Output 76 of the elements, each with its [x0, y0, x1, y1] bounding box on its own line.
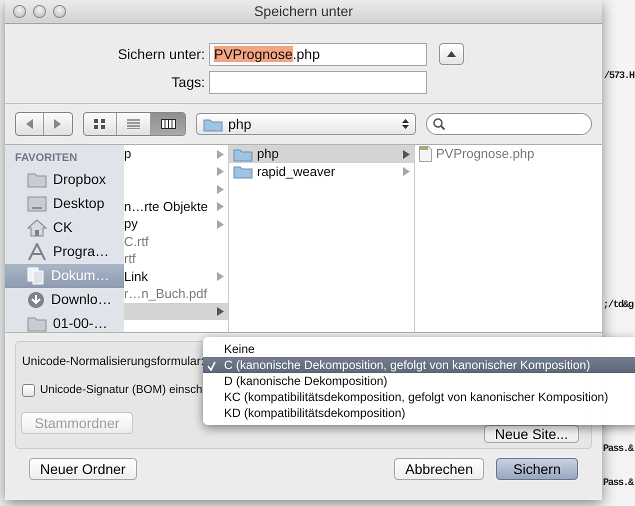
file-name: p: [124, 145, 132, 164]
zoom-button[interactable]: [53, 5, 66, 18]
file-name: PVPrognose.php: [436, 145, 536, 164]
file-name: Link: [124, 268, 149, 286]
file-name: C.rtf: [124, 232, 150, 251]
menu-item[interactable]: KC (kompatibilitätsdekomposition, gefolgt von kanonischer Komposition): [203, 389, 635, 405]
home-icon: [27, 218, 47, 237]
new-site-button[interactable]: Neue Site...: [484, 424, 579, 443]
file-row[interactable]: py: [124, 215, 228, 233]
file-row[interactable]: Link: [124, 268, 228, 286]
code-text: Pass.&: [603, 477, 634, 490]
sidebar-heading: FAVORITEN: [14, 151, 78, 166]
view-mode-button[interactable]: [151, 113, 186, 136]
dialog-button[interactable]: Abbrechen: [394, 458, 484, 480]
file-row[interactable]: [124, 302, 228, 320]
menu-item[interactable]: D (kanonische Dekomposition): [203, 373, 635, 389]
file-row[interactable]: r…n_Buch.pdf: [124, 285, 228, 303]
filename-field[interactable]: PVPrognose.php: [209, 42, 427, 66]
sidebar-item[interactable]: Progra…: [5, 240, 124, 264]
menu-item[interactable]: Keine: [203, 341, 635, 357]
download-icon: [27, 290, 45, 309]
file-row[interactable]: rtf: [124, 250, 228, 268]
disclosure-arrow-icon: [217, 272, 224, 282]
folder-icon: [233, 146, 253, 162]
sidebar-item[interactable]: CK: [5, 216, 124, 240]
folder-icon: [27, 172, 47, 188]
search-field[interactable]: [426, 113, 592, 136]
file-row[interactable]: n…rte Objekte: [124, 198, 228, 216]
field-label: Unicode-Normalisierungsformular:: [22, 353, 204, 370]
file-name: rapid_weaver: [257, 162, 336, 181]
file-name: php: [257, 145, 280, 164]
desktop-icon: [27, 196, 47, 212]
folder-icon: [203, 116, 224, 132]
minimize-button[interactable]: [33, 5, 46, 18]
file-name: rtf: [124, 250, 137, 268]
close-button[interactable]: [13, 5, 26, 18]
code-text: ;/td&g: [603, 299, 634, 312]
sidebar-item[interactable]: 01-00-…: [5, 312, 124, 332]
field-label: Tags:: [170, 72, 205, 92]
file-row[interactable]: php: [229, 145, 414, 163]
menu-item[interactable]: C (kanonische Dekomposition, gefolgt von kanonischer Komposition): [203, 357, 635, 373]
sidebar-item[interactable]: Dropbox: [5, 168, 124, 192]
sidebar-item[interactable]: Desktop: [5, 192, 124, 216]
column-view-icon: [160, 119, 176, 130]
window-title: Speichern unter: [254, 2, 353, 22]
icon-view-icon: [94, 119, 106, 130]
sidebar-item[interactable]: Downlo…: [5, 288, 124, 312]
code-text: /573.H: [604, 70, 634, 83]
checkbox[interactable]: [22, 384, 35, 398]
folder-icon: [27, 316, 47, 332]
field-label: Sichern unter:: [116, 44, 205, 64]
file-name: py: [124, 215, 139, 234]
checkmark-icon: [207, 360, 216, 371]
dialog-button[interactable]: Sichern: [496, 458, 578, 480]
documents-icon: [27, 266, 45, 285]
file-row[interactable]: C.rtf: [124, 232, 228, 250]
file-name: r…n_Buch.pdf: [124, 285, 208, 304]
dialog-button[interactable]: Neuer Ordner: [29, 458, 137, 480]
collapse-button[interactable]: [439, 42, 464, 65]
file-row[interactable]: PVPrognose.php: [415, 145, 602, 163]
location-dropdown[interactable]: php: [196, 113, 416, 136]
up-triangle-icon: [447, 50, 456, 57]
list-view-icon: [127, 119, 140, 130]
tags-field[interactable]: [209, 70, 427, 94]
checkbox-label: Unicode-Signatur (BOM) einsch: [40, 383, 202, 398]
file-name: n…rte Objekte: [124, 198, 209, 216]
code-text: Pass.&: [603, 443, 634, 456]
forward-arrow-icon: [54, 119, 62, 130]
menu-item[interactable]: KD (kompatibilitätsdekomposition): [203, 405, 635, 421]
disclosure-arrow-icon: [217, 307, 224, 316]
file-row[interactable]: rapid_weaver: [229, 162, 414, 180]
file-row[interactable]: p: [124, 145, 228, 163]
updown-caret-icon: [402, 119, 409, 130]
apps-icon: [27, 242, 47, 261]
back-arrow-icon: [26, 119, 33, 130]
search-icon: [432, 118, 445, 130]
